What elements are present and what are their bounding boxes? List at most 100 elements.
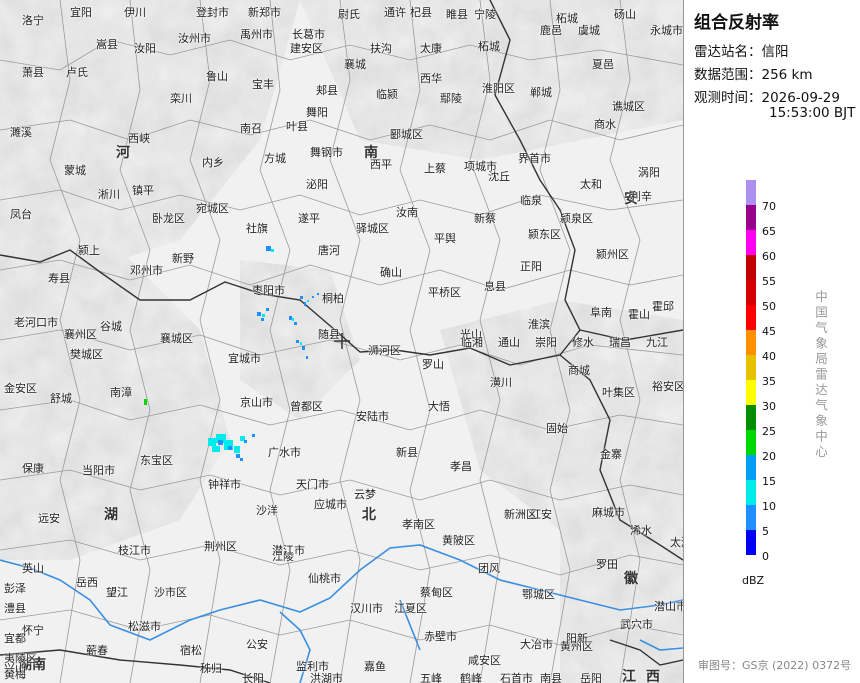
place-label: 荆州区	[204, 540, 237, 553]
place-label: 沙市区	[154, 586, 187, 599]
province-label: 湖	[104, 507, 118, 523]
place-label: 应城市	[314, 498, 347, 511]
place-label: 唐河	[318, 244, 340, 257]
time-label: 观测时间：	[694, 90, 762, 106]
place-label: 沈丘	[488, 170, 510, 183]
place-label: 社旗	[246, 222, 268, 235]
time-value: 15:53:00 BJT	[769, 105, 856, 121]
station-row: 雷达站名：信阳	[694, 40, 789, 60]
place-label: 宜都	[4, 632, 26, 645]
place-label: 谷城	[100, 320, 122, 333]
legend-label: 40	[762, 350, 776, 363]
place-label: 宜阳	[70, 6, 92, 19]
place-label: 汉川市	[350, 602, 383, 615]
legend-label: 10	[762, 500, 776, 513]
place-label: 洪湖市	[310, 672, 343, 683]
place-label: 郏县	[316, 84, 338, 97]
place-label: 谯城区	[612, 100, 645, 113]
agency-label: 中国气象局雷达气象中心	[813, 290, 828, 461]
legend-label: 0	[762, 550, 769, 563]
province-label: 西	[646, 669, 660, 683]
place-label: 襄城	[344, 58, 366, 71]
place-label: 罗田	[596, 558, 618, 571]
place-label: 西峡	[128, 132, 150, 145]
place-label: 兴山	[4, 662, 26, 675]
radar-map[interactable]: 河 南 安 湖 北 徽 湖南 江 西 洛宁 宜阳 伊川 登封市 新郑市 尉氏 通许 杞县 睢县宁…	[0, 0, 684, 683]
place-label: 樊城区	[70, 348, 103, 361]
place-label: 太和	[580, 178, 602, 191]
legend-swatch	[746, 305, 756, 330]
place-label: 寿县	[48, 272, 70, 285]
place-label: 宛城区	[196, 202, 229, 215]
place-label: 麻城市	[592, 506, 625, 519]
legend-swatch	[746, 180, 756, 205]
place-label: 登封市	[196, 6, 229, 19]
legend-label: 60	[762, 250, 776, 263]
legend-swatch	[746, 330, 756, 355]
place-label: 潜江市	[272, 544, 305, 557]
place-label: 南漳	[110, 386, 132, 399]
legend-label: 20	[762, 450, 776, 463]
place-label: 嵩县	[96, 38, 118, 51]
place-label: 叶集区	[602, 386, 635, 399]
place-label: 鄂城区	[522, 588, 555, 601]
place-label: 栾川	[170, 92, 192, 105]
place-label: 石首市	[500, 672, 533, 683]
place-label: 远安	[38, 512, 60, 525]
place-label: 太康	[420, 42, 442, 55]
place-label: 瑞昌	[609, 336, 631, 349]
place-label: 虞城	[578, 24, 600, 37]
place-label: 西华	[420, 72, 442, 85]
place-label: 西平	[370, 158, 392, 171]
place-label: 鄢陵	[440, 92, 462, 105]
province-label: 徽	[624, 571, 638, 587]
place-label: 老河口市	[14, 316, 58, 329]
place-label: 鹿邑	[540, 24, 562, 37]
place-label: 伊川	[124, 6, 146, 19]
place-label: 襄州区	[64, 328, 97, 341]
place-label: 颍东区	[528, 228, 561, 241]
place-label: 新洲区	[504, 508, 537, 521]
place-label: 太湖	[670, 536, 683, 549]
place-label: 洛宁	[22, 14, 44, 27]
place-label: 武穴市	[620, 618, 653, 631]
place-label: 砀山	[614, 8, 636, 21]
place-label: 阳新	[566, 632, 588, 645]
legend-label: 35	[762, 375, 776, 388]
place-label: 潜山市	[654, 600, 684, 613]
legend-swatch	[746, 230, 756, 255]
place-label: 宝丰	[252, 78, 274, 91]
place-label: 商水	[594, 118, 616, 131]
legend-label: 25	[762, 425, 776, 438]
place-label: 萧县	[22, 66, 44, 79]
legend-swatch	[746, 355, 756, 380]
place-label: 永城市	[650, 24, 683, 37]
legend-swatch	[746, 280, 756, 305]
dbz-color-legend	[746, 180, 756, 555]
place-label: 颍州区	[596, 248, 629, 261]
place-label: 汝阳	[134, 42, 156, 55]
legend-swatch	[746, 455, 756, 480]
place-label: 鹤峰	[460, 672, 482, 683]
place-label: 新郑市	[248, 6, 281, 19]
place-label: 淅川	[98, 188, 120, 201]
place-label: 长阳	[242, 672, 264, 683]
place-label: 鲁山	[206, 70, 228, 83]
place-label: 柘城	[478, 40, 500, 53]
place-label: 商城	[568, 364, 590, 377]
place-label: 阜南	[590, 306, 612, 319]
place-label: 新野	[172, 252, 194, 265]
unit-label: dBZ	[742, 574, 765, 587]
place-label: 五峰	[420, 672, 442, 683]
place-label: 南召	[240, 122, 262, 135]
place-label: 公安	[246, 638, 268, 651]
place-label: 新蔡	[474, 212, 496, 225]
place-label: 襄城区	[160, 332, 193, 345]
legend-swatch	[746, 405, 756, 430]
info-panel: 组合反射率 雷达站名：信阳 数据范围：256 km 观测时间：2026-09-2…	[684, 0, 860, 683]
legend-swatch	[746, 530, 756, 555]
place-label: 嘉鱼	[364, 660, 386, 673]
place-label: 内乡	[202, 156, 224, 169]
place-label: 黄陂区	[442, 534, 475, 547]
place-label: 确山	[380, 266, 402, 279]
